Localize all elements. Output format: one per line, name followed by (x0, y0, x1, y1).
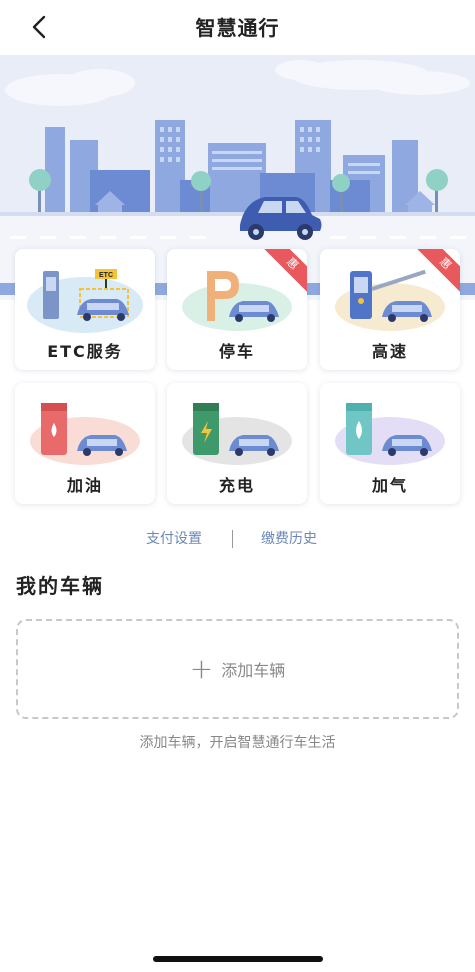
service-card-highway[interactable]: 惠 高速 (320, 249, 460, 370)
page-title: 智慧通行 (195, 16, 280, 40)
service-label: 高速 (371, 342, 408, 361)
header: 智慧通行 (0, 0, 475, 55)
payment-history-link[interactable]: 缴费历史 (261, 528, 317, 548)
plus-icon: + (189, 652, 214, 685)
service-label: ETC服务 (47, 342, 123, 361)
add-vehicle-hint: 添加车辆，开启智慧通行车生活 (139, 735, 336, 751)
service-card-gas[interactable]: 加气 (320, 383, 460, 504)
service-grid: ETC ETC服务 惠 停车 惠 高速 加油 充电 加气 (15, 249, 460, 505)
add-vehicle-button[interactable]: + 添加车辆 (16, 619, 459, 719)
divider (232, 530, 233, 548)
gas-station-icon (30, 403, 140, 465)
parking-icon (182, 271, 292, 331)
add-vehicle-content: + 添加车辆 (190, 655, 285, 683)
service-label: 充电 (218, 476, 255, 495)
service-card-charging[interactable]: 充电 (167, 383, 307, 504)
service-card-fuel[interactable]: 加油 (15, 383, 155, 504)
payment-settings-link[interactable]: 支付设置 (146, 528, 202, 548)
links-row: 支付设置 缴费历史 (0, 528, 475, 552)
service-card-etc[interactable]: ETC ETC服务 (15, 249, 155, 370)
etc-gate-icon: ETC (27, 269, 143, 333)
svg-text:ETC: ETC (99, 272, 113, 279)
service-label: 停车 (218, 342, 255, 361)
home-indicator[interactable] (153, 956, 323, 962)
my-vehicles-title: 我的车辆 (16, 574, 104, 598)
toll-gate-icon (335, 269, 445, 331)
add-vehicle-label: 添加车辆 (221, 661, 286, 680)
cng-station-icon (335, 403, 445, 465)
charging-station-icon (182, 403, 292, 465)
service-label: 加气 (371, 476, 408, 495)
service-label: 加油 (66, 476, 103, 495)
service-card-parking[interactable]: 惠 停车 (167, 249, 307, 370)
